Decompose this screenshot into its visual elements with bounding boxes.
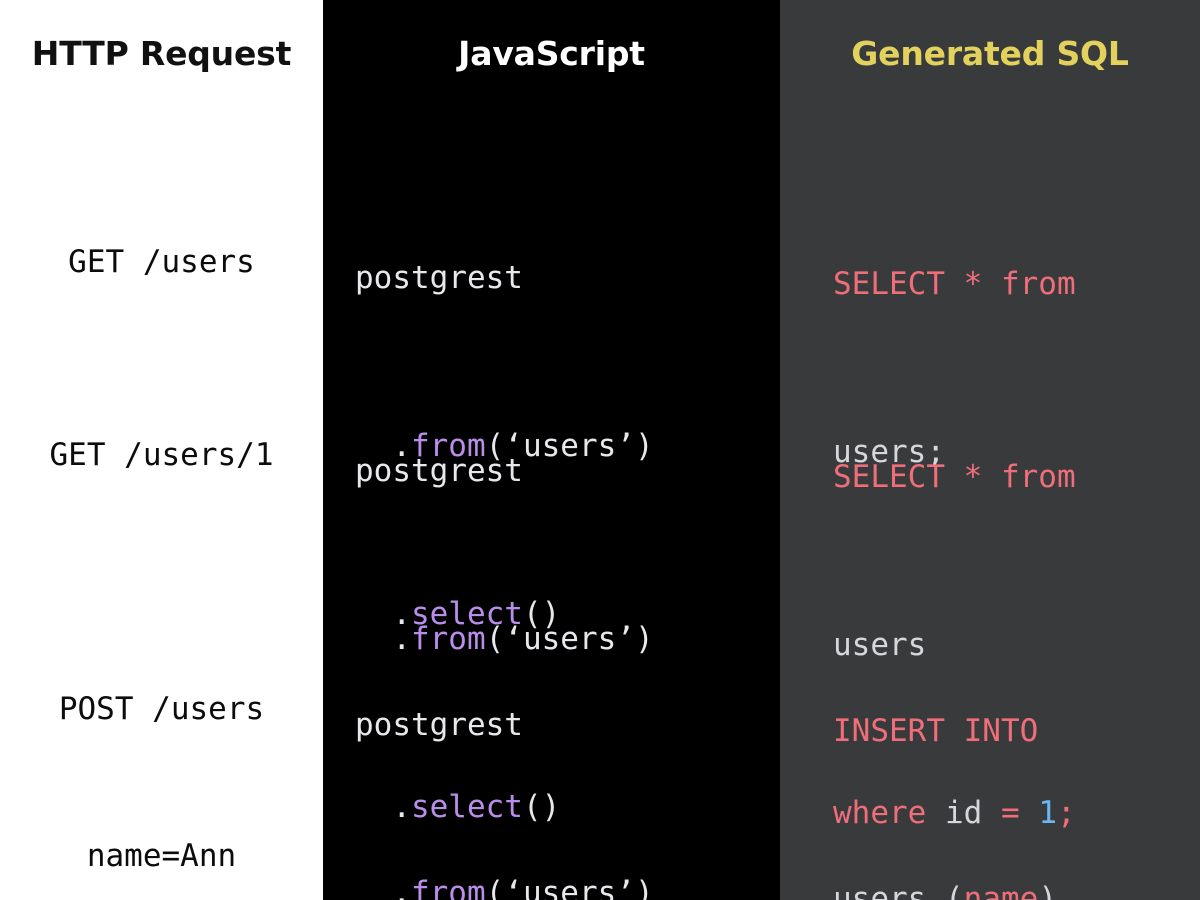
http-request-row-3-line-2: name=Ann bbox=[86, 838, 237, 874]
javascript-row-3: postgrest .from(‘users’) .insert([{ name… bbox=[355, 585, 654, 900]
javascript-row-2-line-1: postgrest bbox=[355, 453, 523, 489]
generated-sql-row-3-line-2: users (name) bbox=[833, 881, 1057, 900]
generated-sql-row-2-line-1: SELECT * from bbox=[833, 459, 1076, 495]
http-request-row-3: POST /users name=Ann bbox=[0, 587, 323, 900]
http-request-row-3-line-1: POST /users bbox=[58, 691, 265, 727]
javascript-row-1-line-1: postgrest bbox=[355, 260, 523, 296]
header-javascript: JavaScript bbox=[458, 34, 645, 73]
generated-sql-row-3: INSERT INTO users (name) VALUES (‘Ann’); bbox=[833, 591, 1057, 900]
javascript-row-3-line-2: .from(‘users’) bbox=[392, 875, 654, 900]
http-request-row-1-line-1: GET /users bbox=[68, 244, 255, 280]
javascript-row-3-line-1: postgrest bbox=[355, 707, 523, 743]
comparison-diagram: HTTP Request JavaScript Generated SQL GE… bbox=[0, 0, 1200, 900]
generated-sql-row-3-line-1: INSERT INTO bbox=[833, 713, 1039, 749]
http-request-row-2-line-1: GET /users/1 bbox=[49, 437, 274, 473]
http-request-row-2: GET /users/1 bbox=[0, 333, 323, 578]
header-generated-sql: Generated SQL bbox=[851, 34, 1129, 73]
header-http-request: HTTP Request bbox=[31, 34, 292, 73]
generated-sql-row-1-line-1: SELECT * from bbox=[833, 266, 1076, 302]
